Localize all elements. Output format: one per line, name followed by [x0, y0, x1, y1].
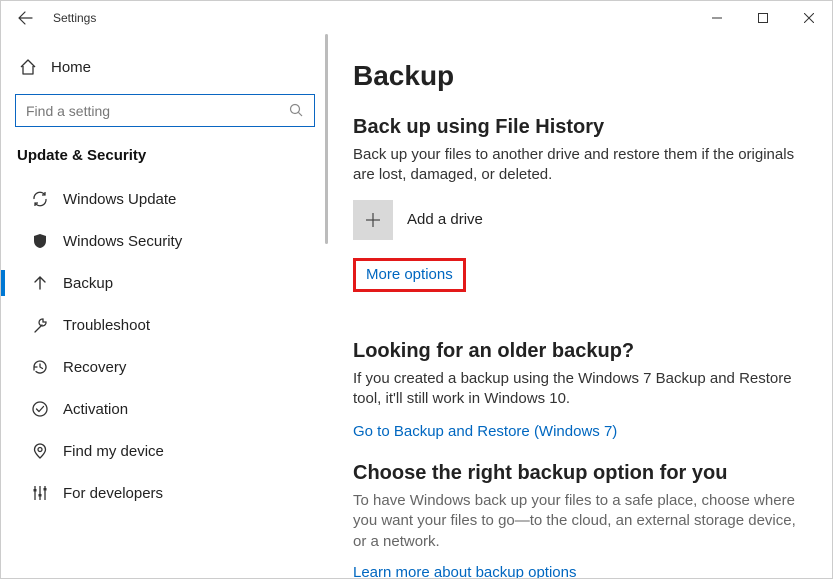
file-history-heading: Back up using File History	[353, 116, 808, 139]
sidebar-item-label: Backup	[63, 275, 113, 292]
location-icon	[31, 442, 49, 460]
minimize-button[interactable]	[694, 1, 740, 34]
shield-icon	[31, 232, 49, 250]
arrow-left-icon	[17, 10, 33, 26]
older-backup-section: Looking for an older backup? If you crea…	[353, 340, 808, 441]
sidebar-item-label: Find my device	[63, 443, 164, 460]
sidebar-item-label: Troubleshoot	[63, 317, 150, 334]
add-drive-row: Add a drive	[353, 200, 808, 240]
sidebar-item-label: For developers	[63, 485, 163, 502]
sidebar-item-label: Windows Security	[63, 233, 182, 250]
search-input[interactable]	[26, 103, 289, 119]
search-icon	[289, 103, 304, 118]
file-history-desc: Back up your files to another drive and …	[353, 145, 808, 186]
backup-restore-link[interactable]: Go to Backup and Restore (Windows 7)	[353, 423, 808, 440]
check-circle-icon	[31, 400, 49, 418]
sidebar-item-troubleshoot[interactable]: Troubleshoot	[11, 304, 319, 346]
sidebar-scrollbar[interactable]	[317, 34, 329, 578]
choose-backup-section: Choose the right backup option for you T…	[353, 462, 808, 578]
plus-icon	[364, 211, 382, 229]
file-history-section: Back up using File History Back up your …	[353, 116, 808, 318]
refresh-icon	[31, 190, 49, 208]
sidebar-item-windows-security[interactable]: Windows Security	[11, 220, 319, 262]
sidebar-heading: Update & Security	[11, 147, 319, 178]
sidebar-item-find-my-device[interactable]: Find my device	[11, 430, 319, 472]
sliders-icon	[31, 484, 49, 502]
sidebar-item-activation[interactable]: Activation	[11, 388, 319, 430]
more-options-highlight: More options	[353, 258, 466, 292]
close-icon	[804, 13, 814, 23]
search-box[interactable]	[15, 94, 315, 127]
sidebar-home[interactable]: Home	[11, 50, 319, 84]
minimize-icon	[712, 13, 722, 23]
sidebar: Home Update & Security Windows Update Wi…	[1, 34, 329, 578]
sidebar-item-label: Activation	[63, 401, 128, 418]
sidebar-item-recovery[interactable]: Recovery	[11, 346, 319, 388]
sidebar-item-windows-update[interactable]: Windows Update	[11, 178, 319, 220]
sidebar-item-backup[interactable]: Backup	[11, 262, 319, 304]
add-drive-button[interactable]	[353, 200, 393, 240]
close-button[interactable]	[786, 1, 832, 34]
older-backup-desc: If you created a backup using the Window…	[353, 369, 808, 410]
sidebar-item-for-developers[interactable]: For developers	[11, 472, 319, 514]
choose-backup-desc: To have Windows back up your files to a …	[353, 491, 808, 552]
sidebar-item-label: Windows Update	[63, 191, 176, 208]
sidebar-home-label: Home	[51, 59, 91, 76]
maximize-icon	[758, 13, 768, 23]
back-button[interactable]	[1, 1, 49, 34]
home-icon	[19, 58, 37, 76]
scrollbar-thumb[interactable]	[325, 34, 328, 244]
more-options-link[interactable]: More options	[366, 266, 453, 283]
wrench-icon	[31, 316, 49, 334]
title-bar: Settings	[1, 1, 832, 34]
maximize-button[interactable]	[740, 1, 786, 34]
choose-backup-heading: Choose the right backup option for you	[353, 462, 808, 485]
history-icon	[31, 358, 49, 376]
window-title: Settings	[53, 11, 96, 25]
arrow-up-icon	[31, 274, 49, 292]
learn-more-link[interactable]: Learn more about backup options	[353, 564, 808, 578]
page-title: Backup	[353, 60, 808, 92]
content-panel: Backup Back up using File History Back u…	[329, 34, 832, 578]
sidebar-item-label: Recovery	[63, 359, 126, 376]
window-controls	[694, 1, 832, 34]
add-drive-label: Add a drive	[407, 211, 483, 228]
older-backup-heading: Looking for an older backup?	[353, 340, 808, 363]
